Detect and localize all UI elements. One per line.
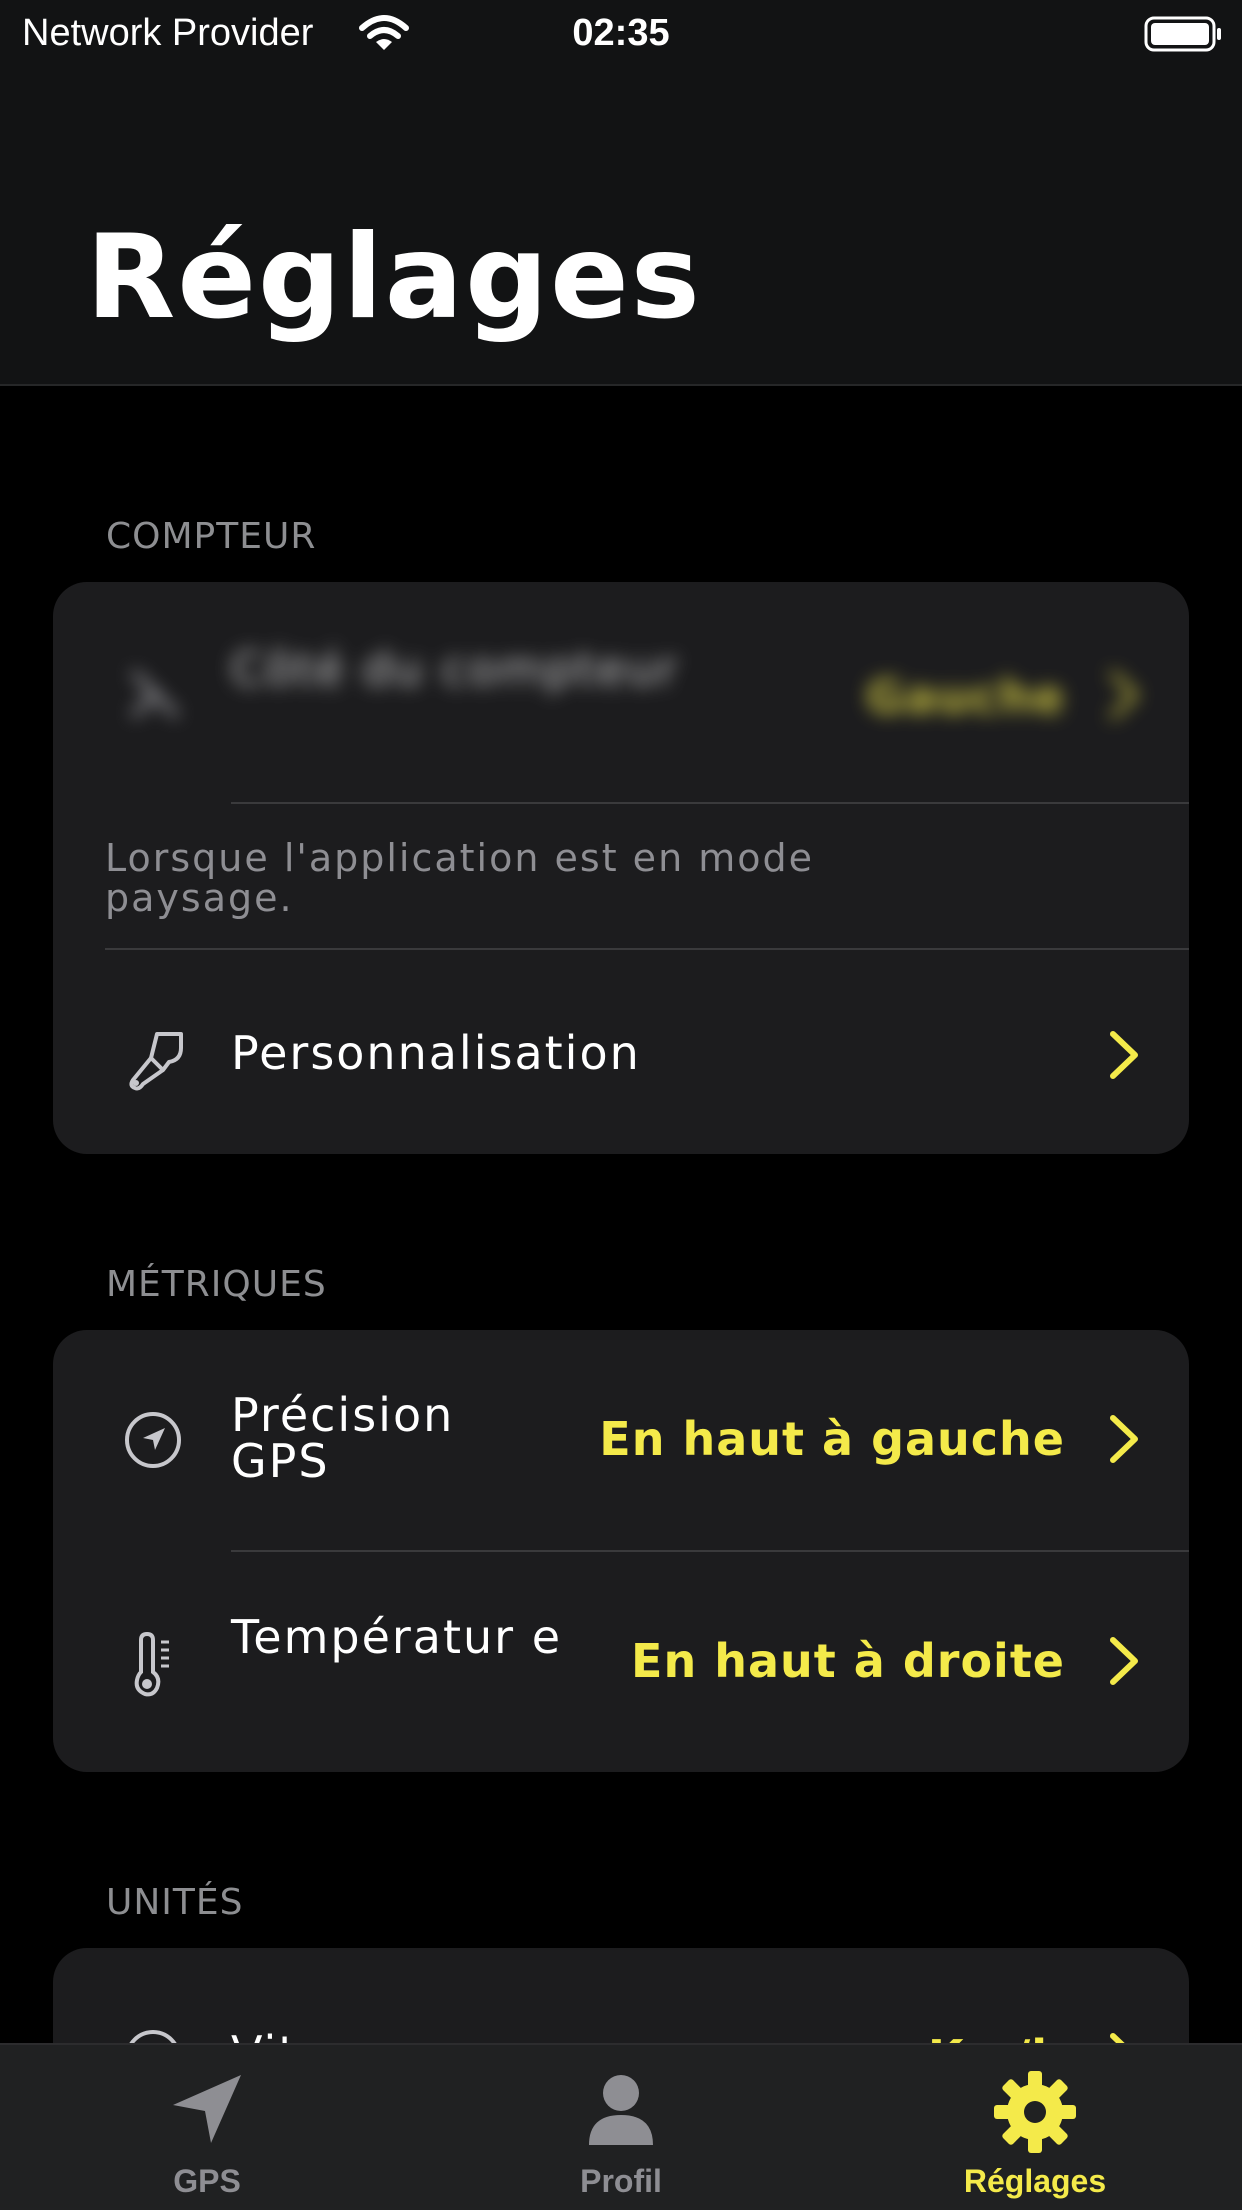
chevron-right-icon — [1109, 1030, 1139, 1084]
counter-side-row[interactable]: Côté du compteur Gauche — [53, 582, 1189, 802]
tab-bar: GPS Profil Réglages — [0, 2043, 1242, 2210]
battery-icon — [1144, 16, 1224, 56]
metriques-card: Précision GPS En haut à gauche Températu… — [53, 1330, 1189, 1772]
tab-reglages[interactable]: Réglages — [828, 2045, 1242, 2210]
navigation-header: Réglages — [0, 70, 1242, 386]
tab-gps[interactable]: GPS — [0, 2045, 414, 2210]
thermometer-icon — [129, 1631, 179, 1702]
location-arrow-icon — [0, 2069, 414, 2153]
tab-profil[interactable]: Profil — [414, 2045, 828, 2210]
location-circle-icon — [123, 1410, 183, 1474]
paintbrush-icon — [123, 1026, 187, 1098]
gps-precision-row[interactable]: Précision GPS En haut à gauche — [53, 1330, 1189, 1550]
chevron-right-icon — [1109, 670, 1139, 724]
gps-precision-label: Précision GPS — [231, 1388, 455, 1488]
temperature-label: Températur e — [231, 1610, 563, 1664]
compteur-card: Côté du compteur Gauche Lorsque l'applic… — [53, 582, 1189, 1154]
tab-profil-label: Profil — [580, 2163, 662, 2199]
chevron-right-icon — [1109, 1414, 1139, 1468]
status-bar: Network Provider 02:35 — [0, 0, 1242, 70]
row-divider — [231, 802, 1189, 804]
page-title: Réglages — [86, 210, 702, 345]
status-time: 02:35 — [572, 12, 670, 54]
section-label-metriques: MÉTRIQUES — [106, 1264, 327, 1305]
chevron-right-icon — [1109, 1636, 1139, 1690]
counter-side-value: Gauche — [866, 670, 1065, 724]
counter-side-label: Côté du compteur — [231, 642, 680, 696]
section-label-unites: UNITÉS — [106, 1882, 244, 1923]
counter-side-icon — [123, 662, 187, 730]
gps-precision-value: En haut à gauche — [599, 1412, 1065, 1466]
section-label-compteur: COMPTEUR — [106, 516, 317, 557]
temperature-row[interactable]: Températur e En haut à droite — [53, 1552, 1189, 1772]
person-icon — [414, 2069, 828, 2153]
personalisation-label: Personnalisation — [231, 1026, 641, 1080]
tab-reglages-label: Réglages — [963, 2163, 1107, 2199]
gear-icon — [828, 2069, 1242, 2159]
tab-gps-label: GPS — [173, 2163, 241, 2199]
landscape-footnote: Lorsque l'application est en mode paysag… — [105, 836, 814, 920]
personalisation-row[interactable]: Personnalisation — [53, 950, 1189, 1154]
temperature-value: En haut à droite — [631, 1634, 1065, 1688]
